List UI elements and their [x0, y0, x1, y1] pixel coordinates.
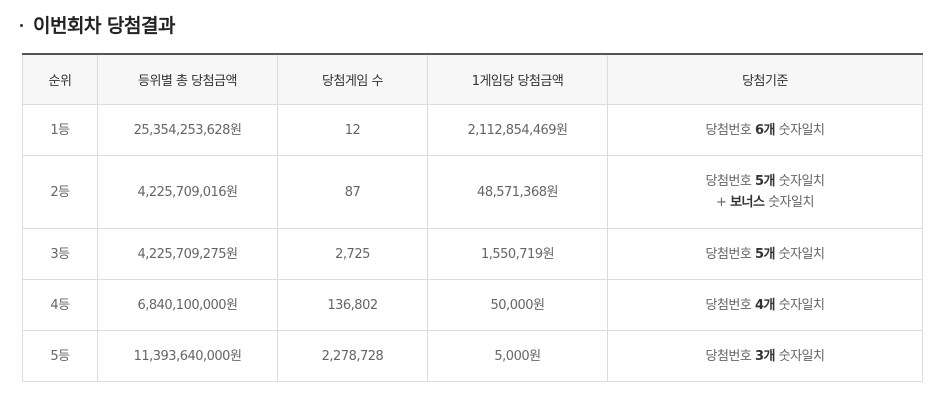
criteria-count: 5개: [754, 246, 776, 262]
criteria-prefix: 당첨번호: [705, 348, 755, 364]
criteria-count: 4개: [754, 297, 776, 313]
rank-cell: 4등: [22, 279, 98, 331]
prize-per-game-cell: 48,571,368원: [427, 155, 608, 229]
criteria-suffix: 숫자일치: [775, 348, 825, 364]
rank-cell: 2등: [22, 155, 98, 229]
criteria-count: 3개: [754, 348, 776, 364]
winner-count-cell: 87: [277, 155, 428, 229]
criteria-cell: 당첨번호 5개 숫자일치: [607, 228, 923, 280]
section-title-text: 이번회차 당첨결과: [33, 14, 175, 37]
prize-per-game-cell: 2,112,854,469원: [427, 104, 608, 156]
table-row: 5등 11,393,640,000원 2,278,728 5,000원 당첨번호…: [22, 330, 923, 382]
winner-count-cell: 12: [277, 104, 428, 156]
total-prize-cell: 4,225,709,016원: [97, 155, 278, 229]
table-row: 2등 4,225,709,016원 87 48,571,368원 당첨번호 5개…: [22, 155, 923, 229]
table-row: 1등 25,354,253,628원 12 2,112,854,469원 당첨번…: [22, 104, 923, 156]
rank-cell: 5등: [22, 330, 98, 382]
total-prize-cell: 6,840,100,000원: [97, 279, 278, 331]
winner-count-cell: 136,802: [277, 279, 428, 331]
criteria-prefix: 당첨번호: [705, 246, 755, 262]
criteria-bonus-word: 보너스: [730, 195, 765, 210]
criteria-cell: 당첨번호 4개 숫자일치: [607, 279, 923, 331]
winner-count-cell: 2,725: [277, 228, 428, 280]
criteria-suffix: 숫자일치: [775, 297, 825, 313]
header-rank: 순위: [22, 54, 98, 105]
rank-cell: 3등: [22, 228, 98, 280]
prize-per-game-cell: 50,000원: [427, 279, 608, 331]
winner-count-cell: 2,278,728: [277, 330, 428, 382]
total-prize-cell: 11,393,640,000원: [97, 330, 278, 382]
section-title: 이번회차 당첨결과: [20, 9, 175, 39]
total-prize-cell: 4,225,709,275원: [97, 228, 278, 280]
criteria-count: 5개: [754, 174, 776, 189]
criteria-suffix: 숫자일치: [775, 174, 825, 189]
table-row: 4등 6,840,100,000원 136,802 50,000원 당첨번호 4…: [22, 279, 923, 331]
header-winner-count: 당첨게임 수: [277, 54, 428, 105]
rank-cell: 1등: [22, 104, 98, 156]
header-total-prize: 등위별 총 당첨금액: [97, 54, 278, 105]
total-prize-cell: 25,354,253,628원: [97, 104, 278, 156]
criteria-count: 6개: [754, 122, 776, 138]
criteria-prefix: 당첨번호: [705, 122, 755, 138]
table-header-row: 순위 등위별 총 당첨금액 당첨게임 수 1게임당 당첨금액 당첨기준: [22, 54, 923, 105]
bullet-dot-icon: [20, 23, 23, 27]
criteria-bonus-suffix: 숫자일치: [764, 195, 814, 210]
header-criteria: 당첨기준: [607, 54, 923, 105]
results-table: 순위 등위별 총 당첨금액 당첨게임 수 1게임당 당첨금액 당첨기준 1등 2…: [22, 53, 923, 382]
table-row: 3등 4,225,709,275원 2,725 1,550,719원 당첨번호 …: [22, 228, 923, 280]
prize-per-game-cell: 1,550,719원: [427, 228, 608, 280]
header-prize-per-game: 1게임당 당첨금액: [427, 54, 608, 105]
criteria-cell: 당첨번호 6개 숫자일치: [607, 104, 923, 156]
criteria-prefix: 당첨번호: [705, 297, 755, 313]
criteria-suffix: 숫자일치: [775, 122, 825, 138]
criteria-cell: 당첨번호 3개 숫자일치: [607, 330, 923, 382]
criteria-prefix: 당첨번호: [705, 174, 755, 189]
criteria-suffix: 숫자일치: [775, 246, 825, 262]
criteria-bonus-prefix: +: [716, 195, 731, 210]
criteria-cell: 당첨번호 5개 숫자일치 + 보너스 숫자일치: [607, 155, 923, 229]
prize-per-game-cell: 5,000원: [427, 330, 608, 382]
